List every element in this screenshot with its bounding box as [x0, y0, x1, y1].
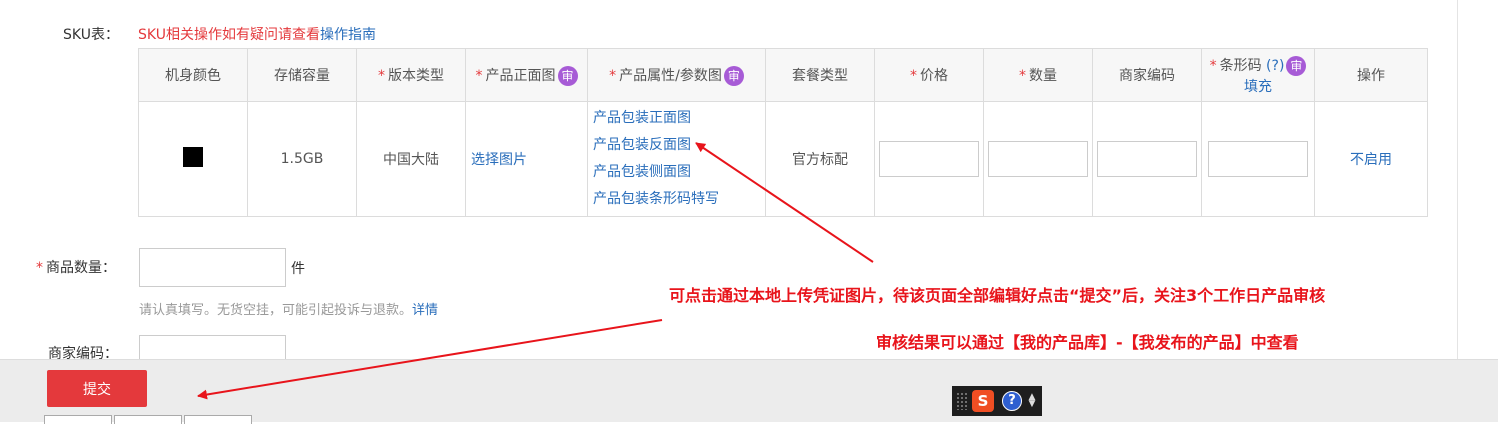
- submit-button[interactable]: 提交: [47, 370, 147, 407]
- cut-off-text: [140, 0, 560, 2]
- taskbar-tab[interactable]: [114, 415, 182, 424]
- goods-count-unit: 件: [291, 261, 305, 277]
- goods-count-input[interactable]: [139, 248, 286, 287]
- goods-count-label-wrap: * 商品数量：: [36, 260, 116, 276]
- cell-merchant-code: [1092, 101, 1202, 217]
- col-merchant-code: 商家编码: [1092, 48, 1202, 102]
- sku-hint: SKU相关操作如有疑问请查看: [138, 27, 320, 43]
- chevron-down-icon[interactable]: ▲ ▼: [1028, 393, 1036, 409]
- barcode-input[interactable]: [1208, 141, 1308, 177]
- cell-barcode: [1201, 101, 1315, 217]
- goods-count-hint-line: 请认真填写。无货空挂，可能引起投诉与退款。详情: [139, 299, 438, 318]
- attr-image-link-front[interactable]: 产品包装正面图: [593, 105, 765, 132]
- col-quantity: * 数量: [983, 48, 1093, 102]
- cell-version: 中国大陆: [356, 101, 466, 217]
- guide-link[interactable]: 操作指南: [320, 27, 376, 43]
- col-action: 操作: [1314, 48, 1428, 102]
- col-barcode: * 条形码 (?) 审 填充: [1201, 48, 1315, 102]
- col-package: 套餐类型: [765, 48, 875, 102]
- annotation-line-1: 可点击通过本地上传凭证图片，待该页面全部编辑好点击“提交”后，关注3个工作日产品…: [669, 286, 1326, 305]
- table-row: 1.5GB 中国大陆 选择图片 产品包装正面图 产品包装反面图 产品包装侧面图 …: [138, 101, 1428, 217]
- attr-image-link-back[interactable]: 产品包装反面图: [593, 132, 765, 159]
- sogou-logo-icon[interactable]: S: [972, 390, 994, 412]
- barcode-fill-link[interactable]: 填充: [1202, 76, 1314, 96]
- review-badge-icon: 审: [1286, 55, 1307, 76]
- col-storage: 存储容量: [247, 48, 357, 102]
- merchant-code-cell-input[interactable]: [1097, 141, 1197, 177]
- color-swatch: [183, 147, 203, 167]
- ime-toolbar[interactable]: S ? ▲ ▼: [952, 386, 1042, 416]
- quantity-input[interactable]: [988, 141, 1088, 177]
- cell-action: 不启用: [1314, 101, 1428, 217]
- sku-hint-line: SKU相关操作如有疑问请查看操作指南: [138, 24, 376, 44]
- review-badge-icon: 审: [557, 65, 578, 86]
- detail-link[interactable]: 详情: [412, 303, 438, 318]
- attr-image-link-barcode[interactable]: 产品包装条形码特写: [593, 186, 765, 213]
- taskbar-tab[interactable]: [184, 415, 252, 424]
- goods-count-hint: 请认真填写。无货空挂，可能引起投诉与退款。: [139, 303, 413, 318]
- col-version: * 版本类型: [356, 48, 466, 102]
- drag-handle-icon[interactable]: [956, 392, 968, 410]
- col-attr-image: * 产品属性/参数图审: [587, 48, 766, 102]
- cell-package: 官方标配: [765, 101, 875, 217]
- sku-table: 机身颜色 存储容量 * 版本类型 * 产品正面图审 * 产品属性/参数图审 套餐类型 …: [138, 48, 1428, 217]
- cell-attr-images: 产品包装正面图 产品包装反面图 产品包装侧面图 产品包装条形码特写: [587, 101, 766, 217]
- price-input[interactable]: [879, 141, 979, 177]
- attr-image-link-side[interactable]: 产品包装侧面图: [593, 159, 765, 186]
- col-price: * 价格: [874, 48, 984, 102]
- help-icon[interactable]: ?: [1002, 391, 1022, 411]
- cell-front-image: 选择图片: [465, 101, 588, 217]
- review-badge-icon: 审: [723, 65, 744, 86]
- cell-price: [874, 101, 984, 217]
- cell-quantity: [983, 101, 1093, 217]
- content-right-border: [1457, 0, 1458, 360]
- disable-link[interactable]: 不启用: [1350, 152, 1392, 168]
- col-front-image: * 产品正面图审: [465, 48, 588, 102]
- cell-color: [138, 101, 248, 217]
- taskbar-tab[interactable]: [44, 415, 112, 424]
- goods-count-label: 商品数量：: [46, 260, 116, 276]
- cell-storage: 1.5GB: [247, 101, 357, 217]
- annotation-line-2: 审核结果可以通过【我的产品库】-【我发布的产品】中查看: [876, 333, 1299, 352]
- select-image-link[interactable]: 选择图片: [471, 152, 527, 168]
- sku-label: SKU表：: [63, 27, 119, 43]
- sku-header-row: 机身颜色 存储容量 * 版本类型 * 产品正面图审 * 产品属性/参数图审 套餐类型 …: [138, 48, 1428, 102]
- help-icon[interactable]: (?): [1266, 58, 1284, 74]
- col-color: 机身颜色: [138, 48, 248, 102]
- bottom-action-bar: 提交: [0, 359, 1498, 422]
